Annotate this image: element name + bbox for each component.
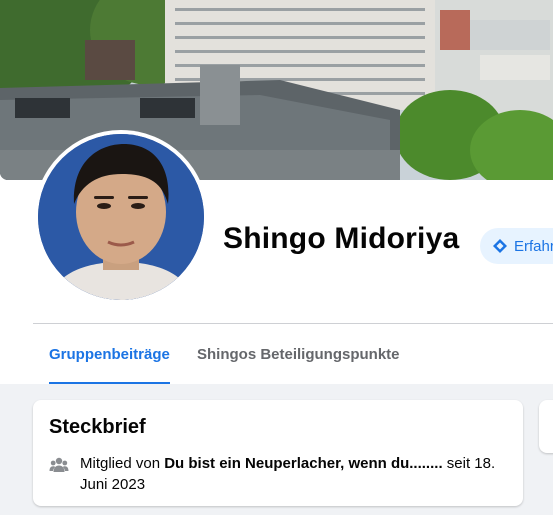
- tab-label: Gruppenbeiträge: [49, 345, 170, 363]
- diamond-badge-icon: [492, 238, 508, 254]
- profile-name: Shingo Midoriya: [223, 222, 460, 255]
- badge-label: Erfahr: [514, 237, 553, 255]
- profile-avatar[interactable]: [34, 130, 208, 304]
- intro-card: Steckbrief Mitglied von Du bist ein Neup…: [33, 400, 523, 506]
- group-members-icon: [49, 455, 69, 475]
- avatar-photo: [38, 134, 204, 300]
- membership-text: Mitglied von Du bist ein Neuperlacher, w…: [80, 453, 500, 495]
- expert-badge-button[interactable]: Erfahr: [480, 228, 553, 264]
- tab-group-posts[interactable]: Gruppenbeiträge: [49, 324, 170, 385]
- tab-label: Shingos Beteiligungspunkte: [197, 345, 400, 363]
- intro-card-title: Steckbrief: [49, 416, 146, 438]
- tab-participation-points[interactable]: Shingos Beteiligungspunkte: [197, 324, 400, 384]
- profile-tabs: Gruppenbeiträge Shingos Beteiligungspunk…: [33, 324, 553, 385]
- group-link[interactable]: Du bist ein Neuperlacher, wenn du.......…: [164, 455, 442, 472]
- membership-prefix: Mitglied von: [80, 455, 165, 472]
- side-card: [539, 400, 553, 453]
